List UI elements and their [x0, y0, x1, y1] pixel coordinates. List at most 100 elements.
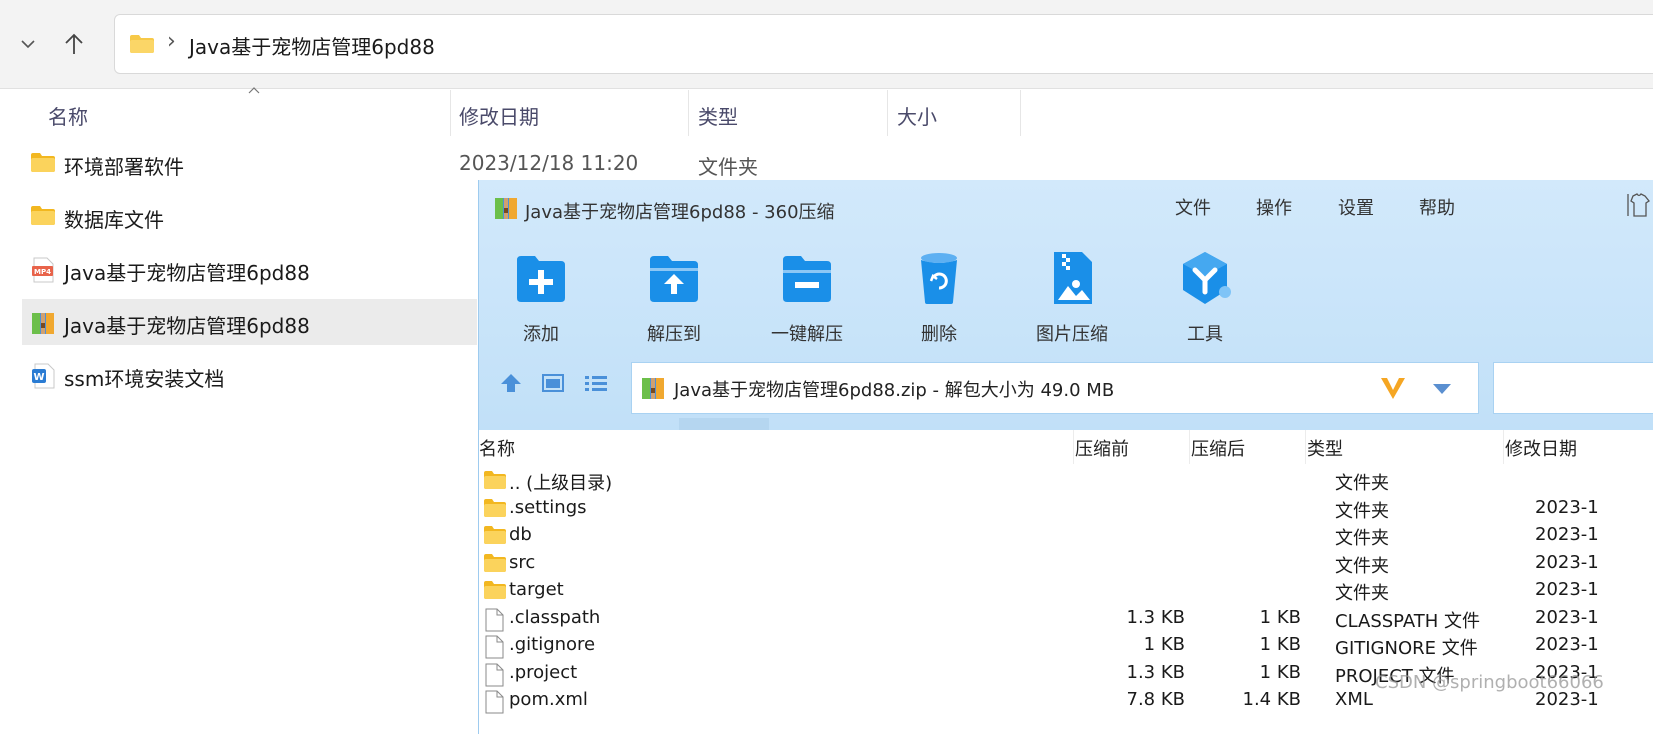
file-name: Java基于宠物店管理6pd88	[64, 314, 310, 338]
file-name: Java基于宠物店管理6pd88	[64, 261, 310, 285]
archive-size-before: 1.3 KB	[1126, 606, 1186, 628]
add-button[interactable]: 添加	[481, 248, 601, 346]
column-header-modified[interactable]: 修改日期	[459, 101, 539, 130]
archive-file-date: 2023-1	[1535, 579, 1599, 600]
archive-file-date: 2023-1	[1535, 496, 1599, 518]
column-divider[interactable]	[1305, 430, 1306, 464]
recent-locations-button[interactable]	[8, 24, 48, 64]
v-logo-icon[interactable]	[1380, 375, 1406, 401]
file-row[interactable]: W ssm环境安装文档	[22, 352, 477, 398]
archive-file-name: .settings	[509, 496, 587, 518]
archive-file-name: db	[509, 524, 532, 545]
archive-row[interactable]: .gitignore 1 KB 1 KB GITIGNORE 文件 2023-1	[479, 633, 1653, 660]
explorer-address-bar: › Java基于宠物店管理6pd88	[0, 0, 1653, 89]
view-icon[interactable]	[541, 372, 565, 394]
zip-archive-icon	[32, 313, 54, 334]
menu-help[interactable]: 帮助	[1419, 194, 1455, 220]
file-icon	[485, 663, 504, 686]
column-divider[interactable]	[688, 90, 689, 136]
watermark: CSDN @springboot66066	[1375, 672, 1604, 693]
breadcrumb-separator: ›	[167, 29, 176, 54]
folder-icon	[484, 581, 506, 599]
archive-file-type: 文件夹	[1335, 528, 1389, 549]
zip-window: Java基于宠物店管理6pd88 - 360压缩 文件 操作 设置 帮助 添加 …	[478, 180, 1653, 734]
column-divider[interactable]	[887, 90, 888, 136]
archive-row[interactable]: .. (上级目录) 文件夹	[479, 468, 1653, 495]
list-view-icon[interactable]	[583, 372, 609, 394]
delete-button[interactable]: 删除	[879, 248, 999, 346]
archive-search-input[interactable]	[1493, 362, 1653, 414]
archive-row[interactable]: src 文件夹 2023-1	[479, 551, 1653, 578]
file-modified-date: 2023/12/18 11:20	[459, 151, 639, 175]
column-header-name[interactable]: 名称	[48, 101, 88, 130]
file-row-selected[interactable]: Java基于宠物店管理6pd88	[22, 299, 477, 345]
archive-path-field[interactable]: Java基于宠物店管理6pd88.zip - 解包大小为 49.0 MB	[631, 362, 1479, 414]
skin-shirt-icon[interactable]	[1627, 192, 1651, 218]
file-row[interactable]: MP4 Java基于宠物店管理6pd88	[22, 246, 477, 292]
archive-size-after: 1 KB	[1259, 606, 1301, 628]
extract-to-button[interactable]: 解压到	[614, 248, 734, 346]
column-divider[interactable]	[450, 90, 451, 136]
archive-row[interactable]: db 文件夹 2023-1	[479, 523, 1653, 550]
breadcrumb-current-folder[interactable]: Java基于宠物店管理6pd88	[189, 31, 435, 60]
image-compress-button[interactable]: 图片压缩	[1012, 248, 1132, 346]
column-divider[interactable]	[1073, 430, 1074, 464]
up-level-icon[interactable]	[499, 372, 523, 394]
column-header-before[interactable]: 压缩前	[1075, 435, 1129, 461]
file-row[interactable]: 环境部署软件	[22, 140, 477, 186]
archive-size-before: 7.8 KB	[1126, 689, 1186, 710]
tool-label: 图片压缩	[1036, 324, 1108, 345]
column-header-after[interactable]: 压缩后	[1191, 435, 1245, 461]
zip-archive-icon	[495, 198, 517, 219]
archive-size-after: 1.4 KB	[1242, 689, 1302, 710]
archive-file-name: src	[509, 551, 536, 573]
column-header-size[interactable]: 大小	[897, 101, 937, 130]
column-header-modified[interactable]: 修改日期	[1505, 435, 1577, 461]
archive-row[interactable]: .settings 文件夹 2023-1	[479, 496, 1653, 523]
file-name: ssm环境安装文档	[64, 367, 225, 391]
archive-size-before: 1 KB	[1143, 634, 1185, 655]
column-header-type[interactable]: 类型	[698, 101, 738, 130]
archive-file-date: 2023-1	[1535, 524, 1599, 545]
folder-icon	[130, 35, 154, 53]
archive-file-type: XML	[1335, 689, 1373, 710]
dropdown-arrow-icon[interactable]	[1432, 383, 1452, 395]
column-header-name[interactable]: 名称	[479, 435, 515, 461]
path-strip	[479, 418, 1653, 430]
archive-file-type: 文件夹	[1335, 473, 1389, 494]
one-click-extract-button[interactable]: 一键解压	[747, 248, 867, 346]
zip-header: Java基于宠物店管理6pd88 - 360压缩 文件 操作 设置 帮助 添加 …	[479, 180, 1653, 430]
archive-file-name: .. (上级目录)	[509, 473, 613, 494]
file-type: 文件夹	[698, 155, 758, 179]
word-doc-icon: W	[32, 363, 55, 389]
file-icon	[485, 690, 504, 714]
address-field[interactable]: › Java基于宠物店管理6pd88	[114, 14, 1653, 74]
menu-settings[interactable]: 设置	[1338, 194, 1374, 220]
one-click-extract-icon	[783, 256, 831, 302]
column-divider[interactable]	[1020, 90, 1021, 136]
tool-label: 工具	[1187, 324, 1223, 345]
file-row[interactable]: 数据库文件	[22, 193, 477, 239]
add-icon	[517, 256, 565, 302]
tools-button[interactable]: 工具	[1145, 248, 1265, 346]
explorer-column-headers: 名称 修改日期 类型 大小	[0, 87, 1653, 138]
column-header-type[interactable]: 类型	[1307, 435, 1343, 461]
menu-file[interactable]: 文件	[1175, 194, 1211, 220]
chevron-down-icon	[21, 40, 35, 49]
archive-file-type: 文件夹	[1335, 500, 1389, 522]
file-name: 数据库文件	[64, 208, 164, 232]
svg-text:MP4: MP4	[34, 268, 51, 276]
archive-row[interactable]: target 文件夹 2023-1	[479, 578, 1653, 605]
up-button[interactable]	[54, 24, 94, 64]
archive-file-type: 文件夹	[1335, 555, 1389, 577]
menu-operation[interactable]: 操作	[1256, 194, 1292, 220]
archive-row[interactable]: .classpath 1.3 KB 1 KB CLASSPATH 文件 2023-1	[479, 606, 1653, 633]
extract-to-icon	[650, 256, 698, 302]
folder-icon	[484, 553, 506, 572]
tools-icon	[1183, 252, 1231, 304]
column-divider[interactable]	[1503, 430, 1504, 464]
tool-label: 一键解压	[771, 324, 843, 345]
folder-icon	[484, 471, 506, 489]
archive-file-name: .gitignore	[509, 634, 596, 655]
column-divider[interactable]	[1189, 430, 1190, 464]
